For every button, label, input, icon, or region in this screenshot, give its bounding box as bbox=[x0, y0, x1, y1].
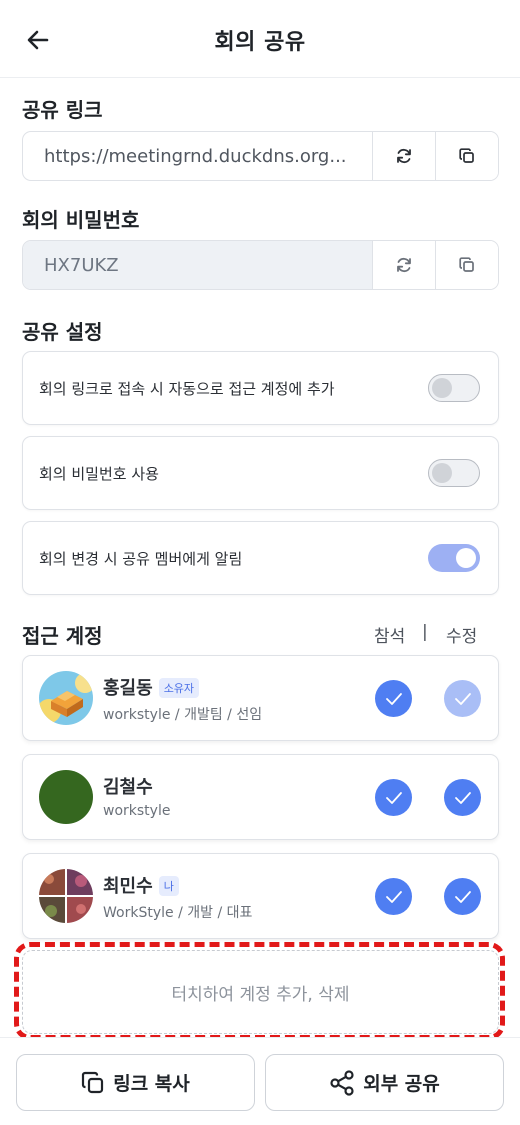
owner-badge: 소유자 bbox=[158, 678, 200, 698]
password-title: 회의 비밀번호 bbox=[22, 208, 140, 232]
member-name: 홍길동 소유자 bbox=[103, 674, 200, 700]
member-affiliation: WorkStyle / 개발 / 대표 bbox=[103, 905, 253, 921]
page-title: 회의 공유 bbox=[214, 30, 306, 55]
avatar bbox=[39, 770, 93, 824]
edit-check-button[interactable] bbox=[444, 680, 481, 717]
copy-icon bbox=[459, 148, 474, 163]
setting-label: 회의 비밀번호 사용 bbox=[39, 464, 159, 483]
edit-check-button[interactable] bbox=[444, 779, 481, 816]
member-name: 김철수 bbox=[103, 777, 153, 798]
setting-label: 회의 변경 시 공유 멤버에게 알림 bbox=[39, 549, 243, 568]
setting-use-password: 회의 비밀번호 사용 bbox=[22, 436, 499, 510]
edit-column-header: 수정 bbox=[446, 627, 478, 647]
password-value: HX7UKZ bbox=[23, 241, 372, 289]
check-icon bbox=[454, 890, 471, 903]
share-link-title: 공유 링크 bbox=[22, 98, 103, 122]
password-refresh-button[interactable] bbox=[372, 241, 435, 289]
check-icon bbox=[385, 890, 402, 903]
attend-column-header: 참석 bbox=[374, 627, 406, 647]
edit-check-button[interactable] bbox=[444, 878, 481, 915]
setting-auto-add: 회의 링크로 접속 시 자동으로 접근 계정에 추가 bbox=[22, 351, 499, 425]
setting-label: 회의 링크로 접속 시 자동으로 접근 계정에 추가 bbox=[39, 379, 335, 398]
bottom-action-bar: 링크 복사 외부 공유 bbox=[0, 1037, 520, 1125]
share-link-value[interactable]: https://meetingrnd.duckdns.org... bbox=[23, 132, 372, 180]
avatar bbox=[39, 869, 93, 923]
attend-check-button[interactable] bbox=[375, 878, 412, 915]
member-row[interactable]: 김철수 workstyle bbox=[22, 754, 499, 840]
share-icon bbox=[330, 1069, 354, 1096]
check-icon bbox=[385, 791, 402, 804]
refresh-icon bbox=[397, 148, 411, 164]
password-copy-button[interactable] bbox=[435, 241, 498, 289]
copy-link-button[interactable]: 링크 복사 bbox=[16, 1054, 255, 1111]
share-link-copy-button[interactable] bbox=[435, 132, 498, 180]
member-affiliation: workstyle / 개발팀 / 선임 bbox=[103, 707, 263, 723]
access-accounts-title: 접근 계정 bbox=[22, 624, 103, 648]
add-remove-accounts-button[interactable]: 터치하여 계정 추가, 삭제 bbox=[22, 950, 499, 1034]
share-link-field: https://meetingrnd.duckdns.org... bbox=[22, 131, 499, 181]
external-share-button[interactable]: 외부 공유 bbox=[265, 1054, 504, 1111]
share-settings-title: 공유 설정 bbox=[22, 320, 103, 344]
check-icon bbox=[454, 791, 471, 804]
notify-members-toggle[interactable] bbox=[428, 544, 480, 572]
app-header: 회의 공유 bbox=[0, 0, 520, 78]
attend-check-button[interactable] bbox=[375, 779, 412, 816]
external-share-label: 외부 공유 bbox=[363, 1073, 440, 1095]
attend-check-button[interactable] bbox=[375, 680, 412, 717]
column-separator: | bbox=[422, 622, 428, 642]
auto-add-toggle[interactable] bbox=[428, 374, 480, 402]
member-row[interactable]: 홍길동 소유자 workstyle / 개발팀 / 선임 bbox=[22, 655, 499, 741]
copy-link-label: 링크 복사 bbox=[113, 1073, 190, 1095]
member-name: 최민수 나 bbox=[103, 872, 179, 898]
member-affiliation: workstyle bbox=[103, 803, 171, 819]
check-icon bbox=[454, 692, 471, 705]
member-row[interactable]: 최민수 나 WorkStyle / 개발 / 대표 bbox=[22, 853, 499, 939]
avatar bbox=[39, 671, 93, 725]
password-field: HX7UKZ bbox=[22, 240, 499, 290]
copy-icon bbox=[82, 1071, 104, 1093]
copy-icon bbox=[459, 257, 474, 272]
me-badge: 나 bbox=[158, 876, 179, 896]
check-icon bbox=[385, 692, 402, 705]
refresh-icon bbox=[397, 257, 411, 273]
share-link-refresh-button[interactable] bbox=[372, 132, 435, 180]
use-password-toggle[interactable] bbox=[428, 459, 480, 487]
setting-notify-members: 회의 변경 시 공유 멤버에게 알림 bbox=[22, 521, 499, 595]
